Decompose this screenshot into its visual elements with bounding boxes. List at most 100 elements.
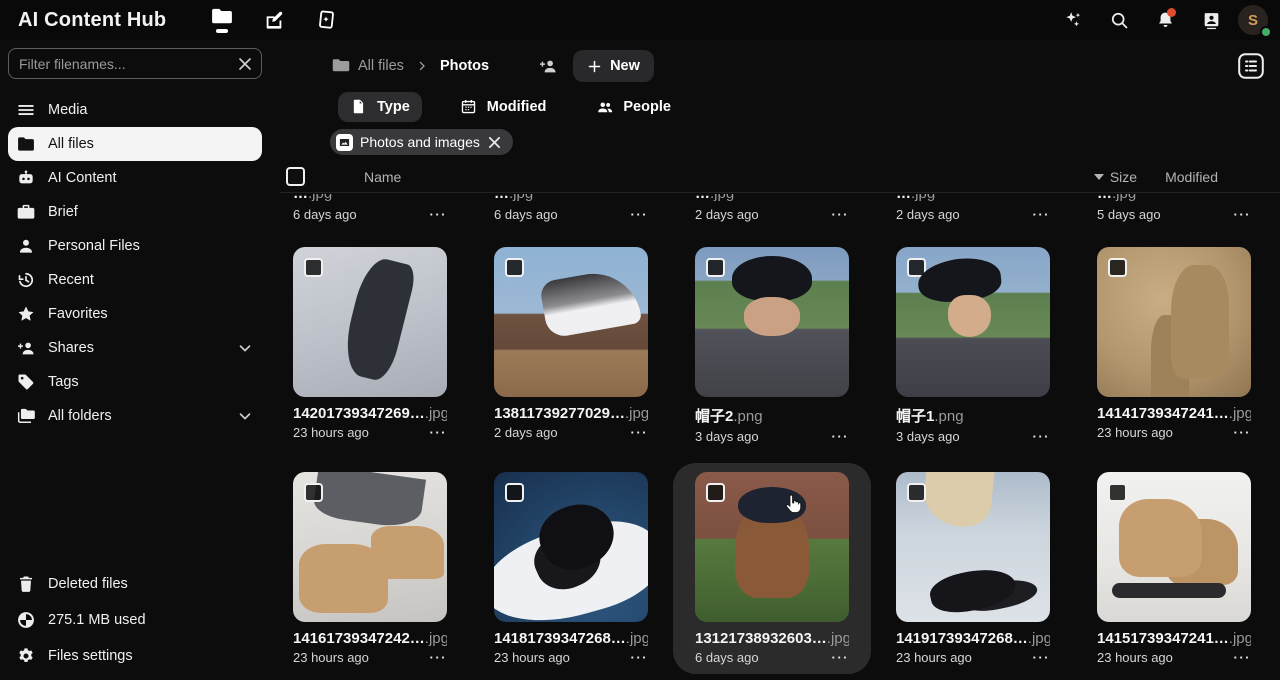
ai-assistant-button[interactable]	[1054, 1, 1092, 39]
gear-icon	[16, 646, 36, 666]
file-tile[interactable]: 帽子2.png 3 days ago	[682, 247, 862, 444]
file-checkbox[interactable]	[706, 483, 725, 502]
notifications-button[interactable]	[1146, 1, 1184, 39]
files-app-button[interactable]	[200, 0, 244, 40]
file-modified: 2 days ago	[896, 207, 960, 222]
file-tile-partial[interactable]: ….jpg 5 days ago	[1084, 194, 1264, 222]
more-actions-button[interactable]	[1033, 651, 1051, 664]
breadcrumb-all-files[interactable]: All files	[358, 58, 404, 74]
file-tile-partial[interactable]: ….jpg 6 days ago	[481, 194, 661, 222]
file-checkbox[interactable]	[1108, 483, 1127, 502]
user-avatar[interactable]: S	[1238, 5, 1268, 35]
sidebar-item-label: All files	[48, 136, 254, 152]
file-tile[interactable]: 14161739347242….jpg 23 hours ago	[280, 472, 460, 665]
file-tile-hovered[interactable]: 13121738932603….jpg 6 days ago	[682, 472, 862, 665]
more-actions-button[interactable]	[1033, 208, 1051, 221]
view-toggle-button[interactable]	[1236, 51, 1266, 81]
filter-chip-label: Modified	[487, 99, 547, 115]
file-tile[interactable]: 14201739347269….jpg 23 hours ago	[280, 247, 460, 444]
file-tile-partial[interactable]: ….jpg 2 days ago	[883, 194, 1063, 222]
filter-chip-label: People	[623, 99, 671, 115]
file-tile[interactable]: 14141739347241….jpg 23 hours ago	[1084, 247, 1264, 444]
more-actions-button[interactable]	[631, 208, 649, 221]
file-name: 14201739347269…	[293, 405, 425, 422]
sidebar-item-media[interactable]: Media	[8, 93, 262, 127]
file-tile[interactable]: 13811739277029….jpg 2 days ago	[481, 247, 661, 444]
sidebar-item-quota[interactable]: 275.1 MB used	[8, 602, 262, 638]
file-checkbox[interactable]	[304, 483, 323, 502]
file-name: 14151739347241…	[1097, 630, 1229, 647]
file-checkbox[interactable]	[907, 258, 926, 277]
photos-app-button[interactable]	[304, 0, 348, 40]
contacts-button[interactable]	[1192, 1, 1230, 39]
compose-app-button[interactable]	[252, 0, 296, 40]
file-checkbox[interactable]	[1108, 258, 1127, 277]
file-modified: 23 hours ago	[1097, 425, 1173, 440]
main-content: All files Photos New Type	[270, 40, 1280, 680]
sidebar-item-all-files[interactable]: All files	[8, 127, 262, 161]
file-thumbnail	[494, 472, 648, 622]
filter-chip-type[interactable]: Type	[338, 92, 422, 122]
more-actions-button[interactable]	[631, 651, 649, 664]
sidebar-item-label: All folders	[48, 408, 224, 424]
more-actions-button[interactable]	[430, 651, 448, 664]
more-actions-button[interactable]	[1234, 208, 1252, 221]
person-icon	[16, 236, 36, 256]
select-all-checkbox[interactable]	[286, 167, 305, 186]
file-tile[interactable]: 帽子1.png 3 days ago	[883, 247, 1063, 444]
search-button[interactable]	[1100, 1, 1138, 39]
column-header-name[interactable]: Name	[364, 169, 401, 185]
sidebar-item-brief[interactable]: Brief	[8, 195, 262, 229]
sidebar-item-files-settings[interactable]: Files settings	[8, 638, 262, 674]
more-actions-button[interactable]	[832, 651, 850, 664]
history-icon	[16, 270, 36, 290]
column-header-size[interactable]: Size	[1094, 169, 1137, 185]
more-actions-button[interactable]	[631, 426, 649, 439]
more-actions-button[interactable]	[430, 208, 448, 221]
file-tile[interactable]: 14181739347268….jpg 23 hours ago	[481, 472, 661, 665]
filter-filenames-input[interactable]	[8, 48, 262, 79]
sidebar-item-deleted-files[interactable]: Deleted files	[8, 566, 262, 602]
file-checkbox[interactable]	[505, 258, 524, 277]
more-actions-button[interactable]	[1234, 426, 1252, 439]
notification-dot	[1167, 8, 1176, 17]
chevron-down-icon[interactable]	[236, 339, 254, 357]
sidebar-item-favorites[interactable]: Favorites	[8, 297, 262, 331]
sidebar-item-recent[interactable]: Recent	[8, 263, 262, 297]
more-actions-button[interactable]	[832, 208, 850, 221]
share-folder-button[interactable]	[533, 51, 563, 81]
file-checkbox[interactable]	[304, 258, 323, 277]
file-tile-partial[interactable]: ….jpg 2 days ago	[682, 194, 862, 222]
more-actions-button[interactable]	[430, 426, 448, 439]
new-button[interactable]: New	[573, 50, 654, 82]
more-actions-button[interactable]	[1234, 651, 1252, 664]
sidebar-item-tags[interactable]: Tags	[8, 365, 262, 399]
sidebar-item-label: Personal Files	[48, 238, 254, 254]
file-checkbox[interactable]	[907, 483, 926, 502]
file-thumbnail	[494, 247, 648, 397]
sidebar-item-ai-content[interactable]: AI Content	[8, 161, 262, 195]
remove-filter-button[interactable]	[487, 134, 503, 150]
column-header-modified[interactable]: Modified	[1165, 169, 1218, 185]
file-modified: 23 hours ago	[896, 650, 972, 665]
close-icon	[238, 57, 252, 71]
sidebar-item-shares[interactable]: Shares	[8, 331, 262, 365]
more-actions-button[interactable]	[1033, 430, 1051, 443]
new-button-label: New	[610, 58, 640, 74]
file-checkbox[interactable]	[706, 258, 725, 277]
star-icon	[16, 304, 36, 324]
sidebar-item-personal-files[interactable]: Personal Files	[8, 229, 262, 263]
sidebar-item-all-folders[interactable]: All folders	[8, 399, 262, 433]
file-name: 13811739277029…	[494, 405, 625, 422]
file-tile[interactable]: 14151739347241….jpg 23 hours ago	[1084, 472, 1264, 665]
file-tile-partial[interactable]: ….jpg 6 days ago	[280, 194, 460, 222]
filter-chip-modified[interactable]: Modified	[448, 92, 559, 122]
active-filter-chip[interactable]: Photos and images	[330, 129, 513, 155]
folders-icon	[16, 406, 36, 426]
file-tile[interactable]: 14191739347268….jpg 23 hours ago	[883, 472, 1063, 665]
chevron-down-icon[interactable]	[236, 407, 254, 425]
file-checkbox[interactable]	[505, 483, 524, 502]
more-actions-button[interactable]	[832, 430, 850, 443]
clear-filter-button[interactable]	[234, 53, 256, 75]
filter-chip-people[interactable]: People	[584, 92, 683, 122]
